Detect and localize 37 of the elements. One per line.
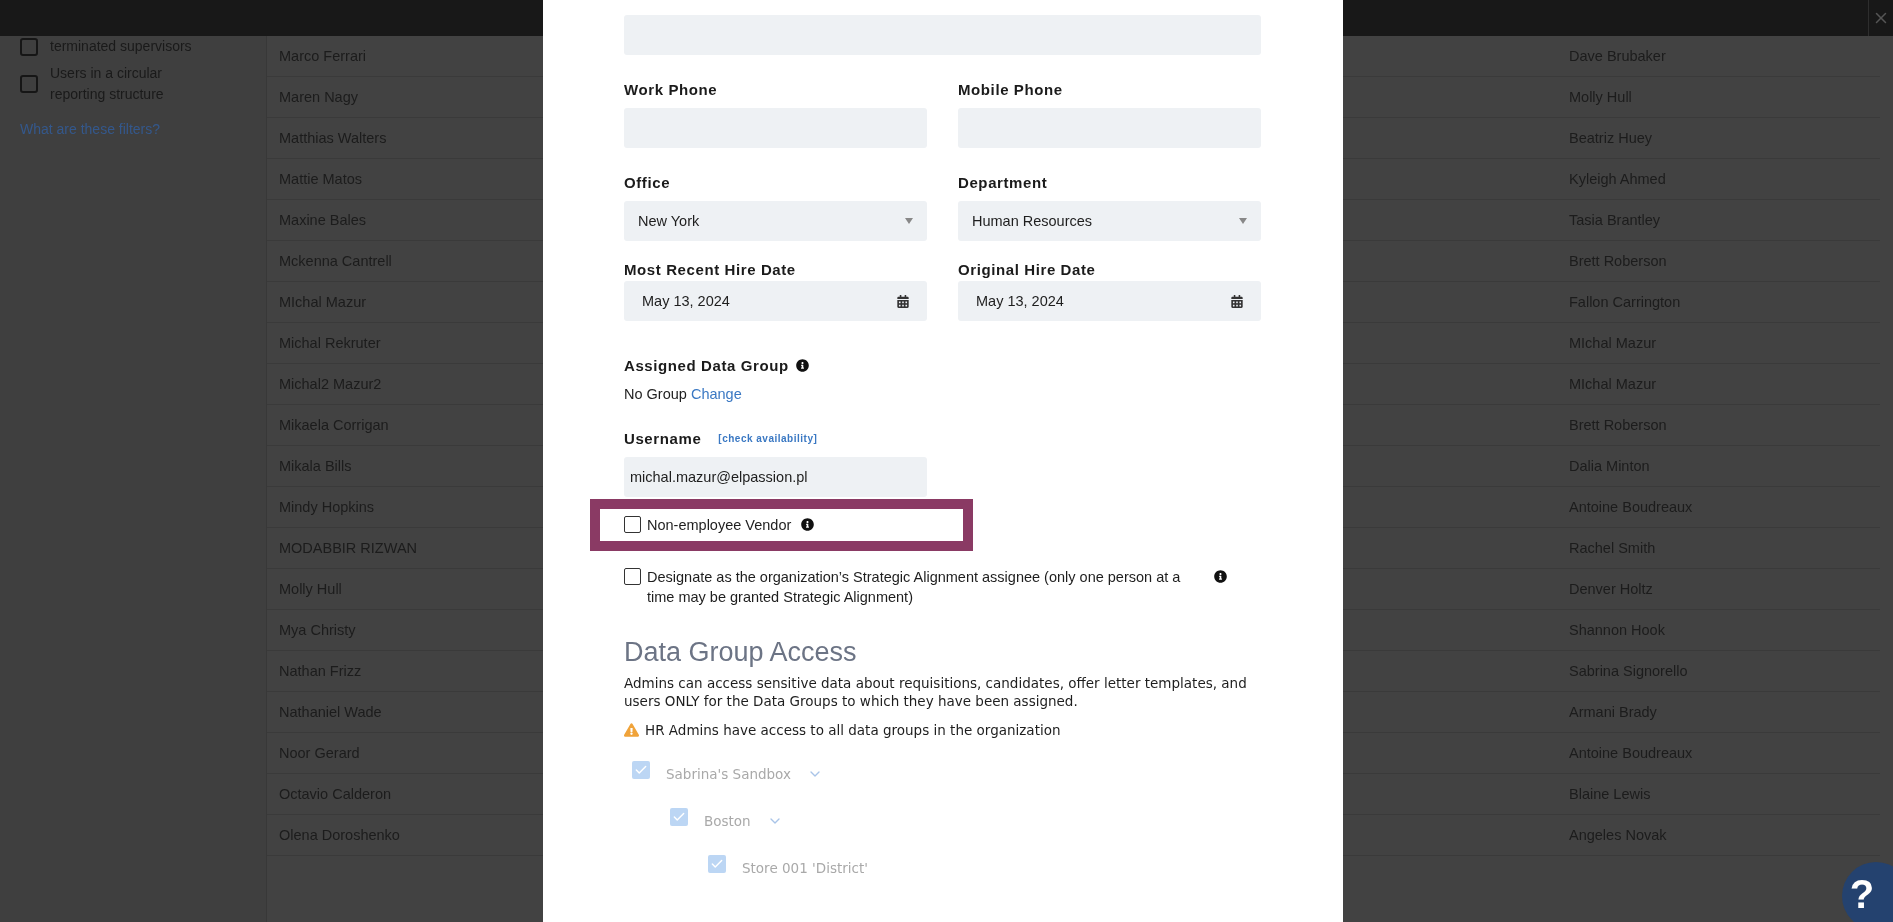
- check-availability-link[interactable]: [check availability]: [718, 433, 818, 444]
- help-button[interactable]: ?: [1842, 862, 1893, 922]
- select-field[interactable]: New York: [624, 201, 927, 241]
- field-label: Original Hire Date: [958, 261, 1097, 278]
- field-label: Office: [624, 174, 672, 191]
- field-label: Assigned Data Group: [624, 357, 789, 374]
- filter-checkbox[interactable]: [20, 75, 38, 93]
- warning-icon: [624, 723, 639, 737]
- field-label: Work Phone: [624, 81, 719, 98]
- field-label: Username: [624, 430, 702, 447]
- field-label: Department: [958, 174, 1049, 191]
- checkbox-label: Designate as the organization’s Strategic Alignment assignee (only one person at a time may be granted Strategic Alignment): [647, 568, 1182, 607]
- input-field[interactable]: michal.mazur@elpassion.pl: [624, 457, 927, 497]
- checkbox[interactable]: [624, 516, 641, 533]
- warning-text: HR Admins have access to all data groups in the organization: [645, 722, 1061, 738]
- group-value: No Group Change: [624, 386, 743, 402]
- checkbox-label: Non-employee Vendor: [647, 516, 792, 535]
- calendar-icon: [897, 294, 909, 308]
- section-description: Admins can access sensitive data about requisitions, candidates, offer letter templates, and users ONLY for the Data Groups to which they have been assigned.: [624, 674, 1248, 710]
- field-label: Mobile Phone: [958, 81, 1064, 98]
- info-icon[interactable]: [795, 359, 809, 372]
- field-label: Most Recent Hire Date: [624, 261, 797, 278]
- calendar-icon: [1231, 294, 1243, 308]
- caret-icon: [1239, 218, 1247, 224]
- data-group-label: Store 001 'District': [742, 859, 868, 876]
- caret-icon: [905, 218, 913, 224]
- date-field[interactable]: May 13, 2024: [624, 281, 927, 321]
- data-group-label: Boston: [704, 812, 751, 829]
- date-field[interactable]: May 13, 2024: [958, 281, 1261, 321]
- section-title: Data Group Access: [624, 637, 858, 668]
- info-icon[interactable]: [801, 518, 815, 531]
- info-icon[interactable]: [1214, 570, 1227, 583]
- data-group-label: Sabrina's Sandbox: [666, 765, 791, 782]
- filter-checkbox[interactable]: [20, 37, 38, 56]
- select-field[interactable]: Human Resources: [958, 201, 1261, 241]
- checkbox[interactable]: [624, 568, 641, 585]
- change-link[interactable]: Change: [690, 386, 742, 402]
